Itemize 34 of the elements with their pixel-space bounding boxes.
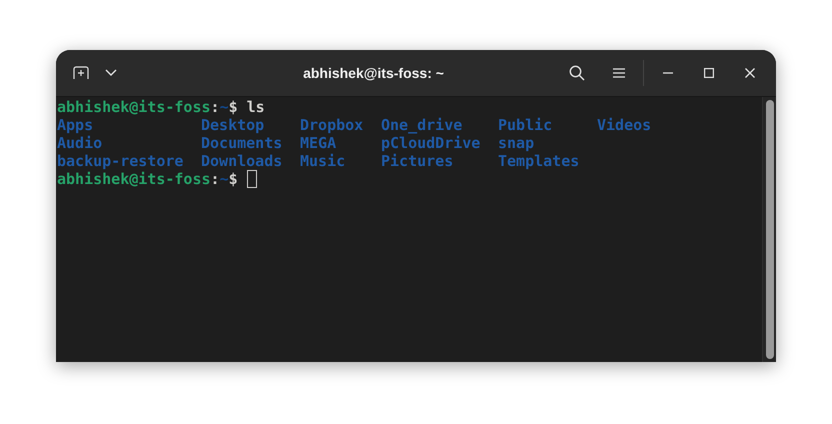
prompt-separator: : [210, 98, 220, 116]
directory-name: Dropbox [300, 116, 364, 134]
prompt-path: ~ [220, 98, 229, 116]
directory-name: Audio [57, 134, 102, 152]
directory-name: Documents [201, 134, 282, 152]
scrollbar-thumb[interactable] [766, 100, 774, 359]
new-tab-icon [73, 66, 89, 80]
search-icon [569, 65, 585, 81]
menu-icon [613, 68, 625, 78]
directory-name: Desktop [201, 116, 264, 134]
prompt-user-host: abhishek@its-foss [57, 98, 211, 116]
directory-name: Music [300, 152, 346, 170]
directory-name: Downloads [201, 152, 282, 170]
command-text: ls [246, 98, 265, 116]
directory-name: backup-restore [57, 152, 184, 170]
directory-name: MEGA [300, 134, 336, 152]
directory-name: Templates [498, 152, 580, 170]
prompt-path: ~ [220, 170, 229, 188]
window-title: abhishek@its-foss: ~ [303, 64, 444, 82]
minimize-icon [663, 72, 673, 74]
directory-name: Public [498, 116, 552, 134]
directory-name: Pictures [381, 152, 454, 170]
directory-name: Videos [597, 116, 652, 134]
directory-name: snap [498, 134, 534, 152]
directory-name: pCloudDrive [381, 134, 480, 152]
prompt-separator: : [210, 170, 220, 188]
chevron-down-icon [105, 69, 117, 77]
prompt-symbol: $ [228, 170, 238, 188]
directory-name: One_drive [381, 116, 462, 134]
directory-name: Apps [57, 116, 94, 134]
prompt-user-host: abhishek@its-foss [57, 170, 211, 188]
close-icon [745, 68, 755, 78]
maximize-icon [704, 68, 714, 78]
prompt-symbol: $ [228, 98, 238, 116]
